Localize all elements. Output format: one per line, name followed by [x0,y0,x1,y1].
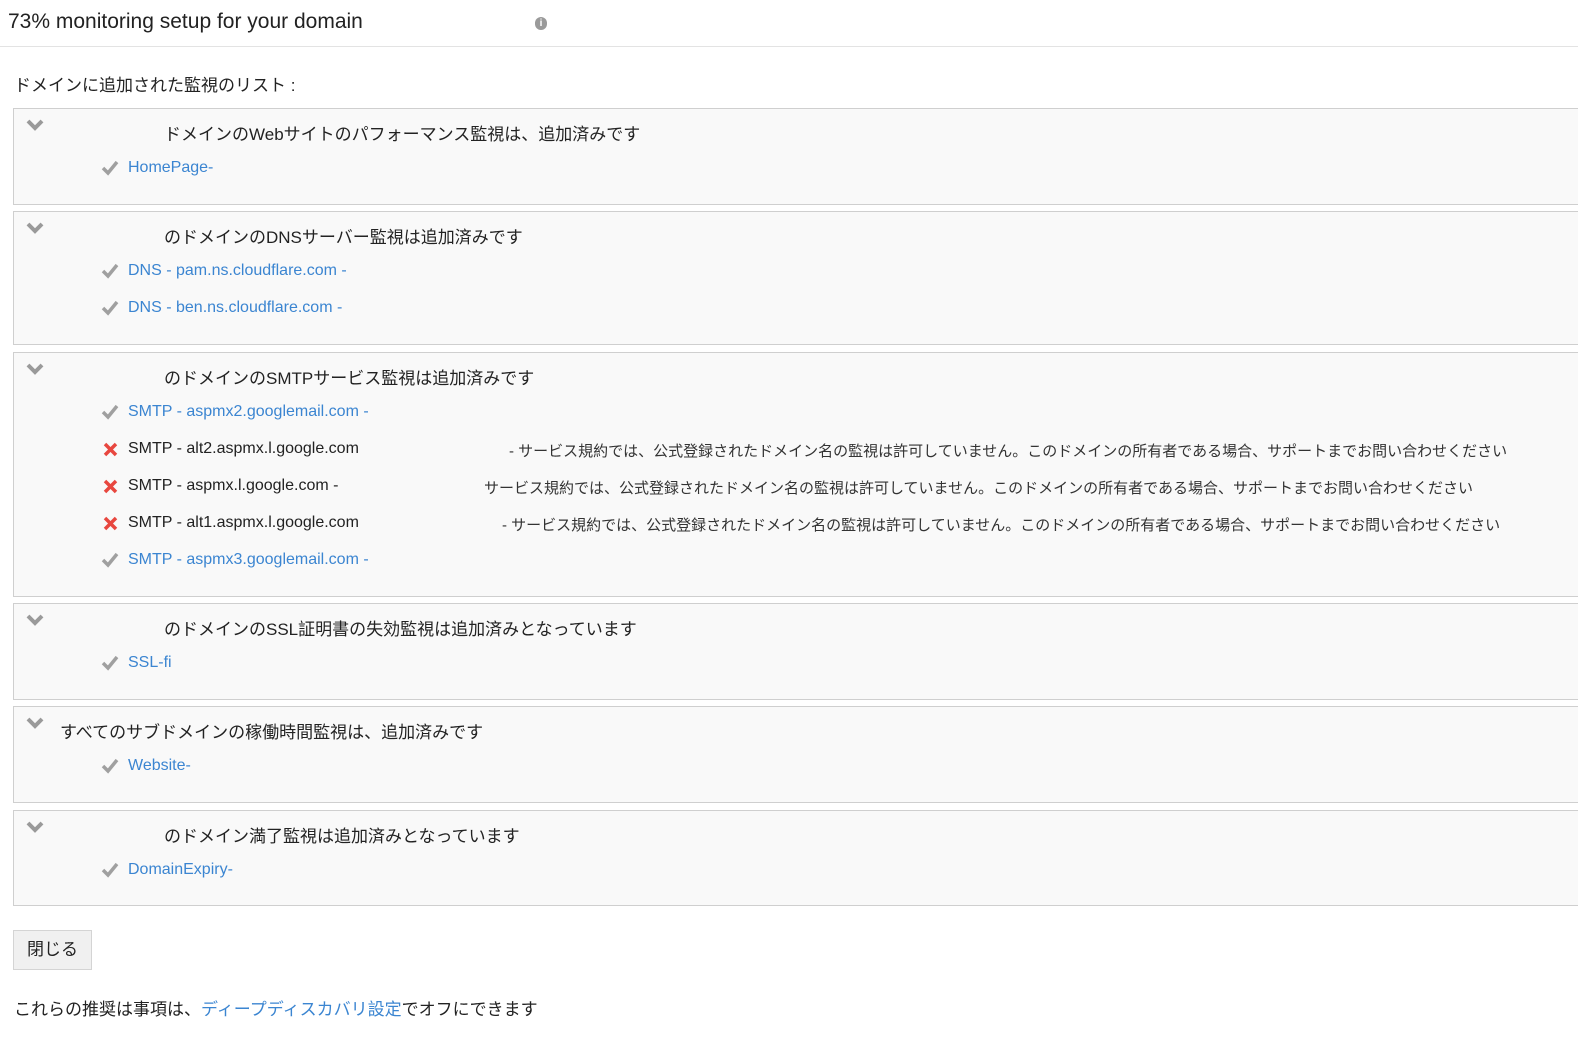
monitor-label: SMTP - alt1.aspmx.l.google.com [128,514,359,531]
monitor-label: SMTP - aspmx.l.google.com - [128,477,339,494]
monitor-label: SMTP - alt2.aspmx.l.google.com [128,440,359,457]
monitor-section: ドメインのWebサイトのパフォーマンス監視は、追加済みです HomePage- [13,108,1578,205]
chevron-down-icon[interactable] [26,821,44,839]
check-icon [100,655,120,671]
section-title: のドメインのSMTPサービス監視は追加済みです [164,369,535,388]
close-button[interactable]: 閉じる [13,930,92,970]
monitor-section: すべてのサブドメインの稼働時間監視は、追加済みです Website- [13,706,1578,803]
monitor-label[interactable]: DNS - pam.ns.cloudflare.com - [128,262,347,280]
section-title: ドメインのWebサイトのパフォーマンス監視は、追加済みです [164,125,641,144]
section-title: すべてのサブドメインの稼働時間監視は、追加済みです [60,723,484,742]
error-message: - サービス規約では、公式登録されたドメイン名の監視は許可していません。このドメ… [509,443,1508,460]
monitor-list-heading: ドメインに追加された監視のリスト : [14,76,296,95]
chevron-down-icon[interactable] [26,119,44,137]
monitor-item: SSL-fi [100,651,172,675]
monitor-item: SMTP - aspmx.l.google.com - [100,474,338,498]
error-message: - サービス規約では、公式登録されたドメイン名の監視は許可していません。このドメ… [502,517,1501,534]
monitor-label[interactable]: SSL-fi [128,654,172,672]
monitor-label[interactable]: DomainExpiry- [128,861,233,879]
chevron-down-icon[interactable] [26,717,44,735]
dialog-header: 73% monitoring setup for your domain i [0,0,1578,47]
monitor-item: SMTP - aspmx3.googlemail.com - [100,548,369,572]
monitor-label[interactable]: DNS - ben.ns.cloudflare.com - [128,299,342,317]
section-title: のドメイン満了監視は追加済みとなっています [164,827,520,846]
chevron-down-icon[interactable] [26,363,44,381]
deep-discovery-settings-link[interactable]: ディープディスカバリ設定 [201,1000,402,1019]
error-message: サービス規約では、公式登録されたドメイン名の監視は許可していません。このドメイン… [484,480,1473,497]
section-title: のドメインのDNSサーバー監視は追加済みです [164,228,523,247]
monitor-item: SMTP - alt2.aspmx.l.google.com [100,437,359,461]
chevron-down-icon[interactable] [26,222,44,240]
monitor-item: SMTP - aspmx2.googlemail.com - [100,400,369,424]
footer-prefix: これらの推奨は事項は、 [14,1000,201,1019]
check-icon [100,862,120,878]
chevron-down-icon[interactable] [26,614,44,632]
check-icon [100,300,120,316]
footer-note: これらの推奨は事項は、ディープディスカバリ設定でオフにできます [14,995,538,1020]
monitor-section: のドメインのDNSサーバー監視は追加済みです DNS - pam.ns.cloud… [13,211,1578,345]
monitor-label[interactable]: Website- [128,757,191,775]
monitor-section: のドメインのSMTPサービス監視は追加済みです SMTP - aspmx2.goo… [13,352,1578,597]
error-x-icon [100,479,120,494]
monitor-item: DNS - pam.ns.cloudflare.com - [100,259,347,283]
monitor-label[interactable]: SMTP - aspmx2.googlemail.com - [128,403,369,421]
check-icon [100,263,120,279]
info-icon[interactable]: i [535,17,547,30]
monitor-section: のドメイン満了監視は追加済みとなっています DomainExpiry- [13,810,1578,906]
dialog-title: 73% monitoring setup for your domain [8,10,363,33]
monitor-label[interactable]: SMTP - aspmx3.googlemail.com - [128,551,369,569]
monitor-item: HomePage- [100,156,213,180]
check-icon [100,160,120,176]
monitor-label[interactable]: HomePage- [128,159,213,177]
section-title: のドメインのSSL証明書の失効監視は追加済みとなっています [164,620,637,639]
monitor-item: DNS - ben.ns.cloudflare.com - [100,296,342,320]
check-icon [100,552,120,568]
error-x-icon [100,442,120,457]
footer-suffix: でオフにできます [401,1000,538,1019]
monitor-section: のドメインのSSL証明書の失効監視は追加済みとなっています SSL-fi [13,603,1578,700]
monitor-item: SMTP - alt1.aspmx.l.google.com [100,511,359,535]
monitor-item: DomainExpiry- [100,858,233,882]
check-icon [100,758,120,774]
check-icon [100,404,120,420]
error-x-icon [100,516,120,531]
monitor-item: Website- [100,754,191,778]
